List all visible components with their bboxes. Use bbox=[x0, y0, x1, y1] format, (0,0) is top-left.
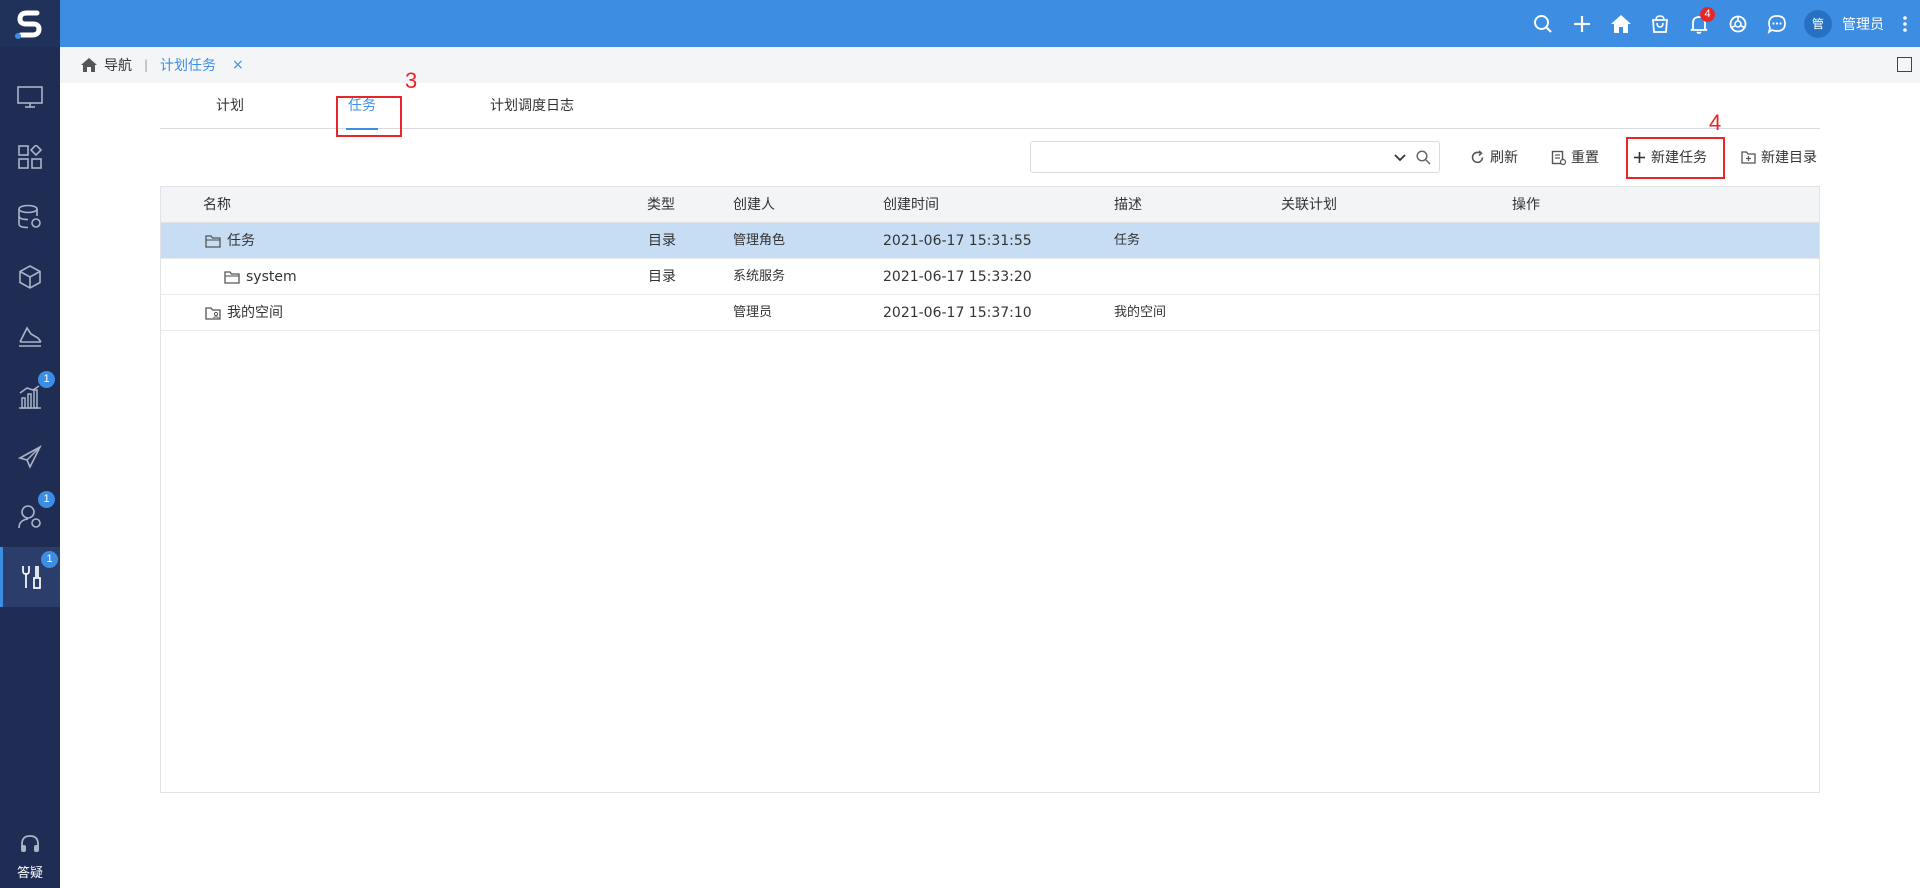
user-menu[interactable]: 管 管理员 bbox=[1796, 0, 1890, 47]
cube-icon bbox=[19, 265, 41, 289]
row-type: 目录 bbox=[648, 233, 676, 249]
row-creator: 管理角色 bbox=[733, 233, 786, 248]
row-created-time: 2021-06-17 15:33:20 bbox=[883, 269, 1032, 285]
new-folder-label: 新建目录 bbox=[1761, 150, 1817, 166]
home-icon bbox=[81, 58, 97, 72]
sidebar-item-tools[interactable]: 1 bbox=[0, 547, 60, 607]
tab-highlight-box bbox=[336, 96, 402, 137]
more-vertical-icon[interactable] bbox=[1890, 0, 1920, 47]
tab-schedule-log[interactable]: 计划调度日志 bbox=[488, 83, 576, 129]
sidebar-badge: 1 bbox=[41, 551, 58, 568]
row-name: 任务 bbox=[227, 233, 255, 249]
search-icon[interactable] bbox=[1416, 150, 1431, 169]
sidebar-item-database[interactable] bbox=[0, 187, 60, 247]
sidebar-item-publish[interactable] bbox=[0, 427, 60, 487]
reset-label: 重置 bbox=[1571, 150, 1599, 166]
new-folder-icon bbox=[1741, 151, 1756, 164]
paper-plane-icon bbox=[18, 445, 42, 469]
annotation-marker: 3 bbox=[405, 68, 418, 93]
shopping-bag-icon[interactable] bbox=[1640, 0, 1679, 47]
refresh-label: 刷新 bbox=[1490, 150, 1518, 166]
dashboard-icon bbox=[18, 145, 42, 169]
personal-folder-icon bbox=[205, 307, 221, 320]
layers-chart-icon bbox=[19, 326, 42, 347]
row-type: 目录 bbox=[648, 269, 676, 285]
annotation-marker: 4 bbox=[1709, 110, 1722, 135]
row-name-cell: system bbox=[224, 259, 297, 295]
row-creator: 系统服务 bbox=[733, 269, 786, 284]
username: 管理员 bbox=[1842, 16, 1884, 33]
monitor-icon bbox=[17, 86, 43, 108]
notification-bell-icon[interactable]: 4 bbox=[1679, 0, 1718, 47]
table-row[interactable]: 任务 目录 管理角色 2021-06-17 15:31:55 任务 bbox=[161, 223, 1819, 259]
sidebar-item-cube[interactable] bbox=[0, 247, 60, 307]
sidebar-item-report[interactable]: 1 bbox=[0, 367, 60, 427]
table-header: 名称 类型 创建人 创建时间 描述 关联计划 操作 bbox=[161, 187, 1819, 223]
home-icon[interactable] bbox=[1601, 0, 1640, 47]
row-created-time: 2021-06-17 15:37:10 bbox=[883, 305, 1032, 321]
notification-badge: 4 bbox=[1700, 7, 1715, 22]
row-description: 任务 bbox=[1114, 233, 1141, 248]
theme-icon[interactable] bbox=[1718, 0, 1757, 47]
button-highlight-box bbox=[1626, 137, 1725, 179]
folder-icon bbox=[205, 235, 221, 248]
user-gear-icon bbox=[18, 505, 41, 529]
reset-button[interactable]: 重置 bbox=[1551, 141, 1599, 173]
column-header-actions: 操作 bbox=[1512, 197, 1540, 213]
logo-icon bbox=[15, 10, 42, 39]
reset-icon bbox=[1551, 150, 1566, 165]
bar-chart-icon bbox=[19, 385, 41, 409]
avatar: 管 bbox=[1804, 9, 1832, 38]
sidebar-badge: 1 bbox=[38, 371, 55, 388]
sidebar-item-analysis[interactable] bbox=[0, 307, 60, 367]
column-header-created-time[interactable]: 创建时间 bbox=[883, 187, 939, 223]
sidebar-item-monitor[interactable] bbox=[0, 67, 60, 127]
refresh-icon bbox=[1471, 149, 1484, 163]
app-logo[interactable] bbox=[0, 0, 60, 47]
breadcrumb-tab-label: 计划任务 bbox=[160, 58, 217, 74]
row-name-cell: 任务 bbox=[205, 223, 255, 259]
breadcrumb-home-label: 导航 bbox=[104, 58, 132, 74]
breadcrumb-separator: | bbox=[144, 58, 149, 72]
row-description: 我的空间 bbox=[1114, 305, 1167, 320]
chevron-down-icon[interactable] bbox=[1393, 150, 1407, 168]
refresh-button[interactable]: 刷新 bbox=[1470, 141, 1518, 173]
sidebar: 1 1 1 答疑 bbox=[0, 47, 60, 888]
sidebar-item-user-settings[interactable]: 1 bbox=[0, 487, 60, 547]
maximize-icon[interactable] bbox=[1897, 57, 1912, 72]
breadcrumb: 导航 | 计划任务 × bbox=[60, 47, 1920, 83]
sidebar-badge: 1 bbox=[38, 491, 55, 508]
tab-plan[interactable]: 计划 bbox=[214, 83, 246, 129]
search-select[interactable] bbox=[1030, 141, 1440, 173]
sidebar-item-dashboard[interactable] bbox=[0, 127, 60, 187]
breadcrumb-tab-plan-task[interactable]: 计划任务 bbox=[160, 55, 216, 75]
search-icon[interactable] bbox=[1523, 0, 1562, 47]
new-folder-button[interactable]: 新建目录 bbox=[1741, 141, 1817, 173]
column-header-description[interactable]: 描述 bbox=[1114, 187, 1142, 223]
column-header-creator[interactable]: 创建人 bbox=[733, 187, 775, 223]
row-name: system bbox=[246, 269, 297, 285]
column-header-linked-plan[interactable]: 关联计划 bbox=[1281, 187, 1337, 223]
help-label: 答疑 bbox=[16, 865, 43, 881]
close-icon[interactable]: × bbox=[232, 57, 244, 73]
add-icon[interactable] bbox=[1562, 0, 1601, 47]
top-bar: 4 管 管理员 bbox=[0, 0, 1920, 47]
row-creator: 管理员 bbox=[733, 305, 773, 320]
table-row[interactable]: 我的空间 管理员 2021-06-17 15:37:10 我的空间 bbox=[161, 295, 1819, 331]
column-header-type[interactable]: 类型 bbox=[647, 187, 675, 223]
row-name-cell: 我的空间 bbox=[205, 295, 283, 331]
row-name: 我的空间 bbox=[227, 305, 283, 321]
chat-icon[interactable] bbox=[1757, 0, 1796, 47]
tools-icon bbox=[21, 566, 41, 589]
headset-icon bbox=[21, 834, 39, 852]
database-icon bbox=[18, 204, 41, 229]
column-header-name[interactable]: 名称 bbox=[203, 187, 231, 223]
folder-icon bbox=[224, 271, 240, 284]
task-table: 名称 类型 创建人 创建时间 描述 关联计划 操作 任务 目录 管理角色 202… bbox=[160, 186, 1820, 793]
help-button[interactable]: 答疑 bbox=[0, 827, 60, 887]
table-row[interactable]: system 目录 系统服务 2021-06-17 15:33:20 bbox=[161, 259, 1819, 295]
breadcrumb-home[interactable]: 导航 bbox=[80, 55, 132, 75]
row-created-time: 2021-06-17 15:31:55 bbox=[883, 233, 1032, 249]
